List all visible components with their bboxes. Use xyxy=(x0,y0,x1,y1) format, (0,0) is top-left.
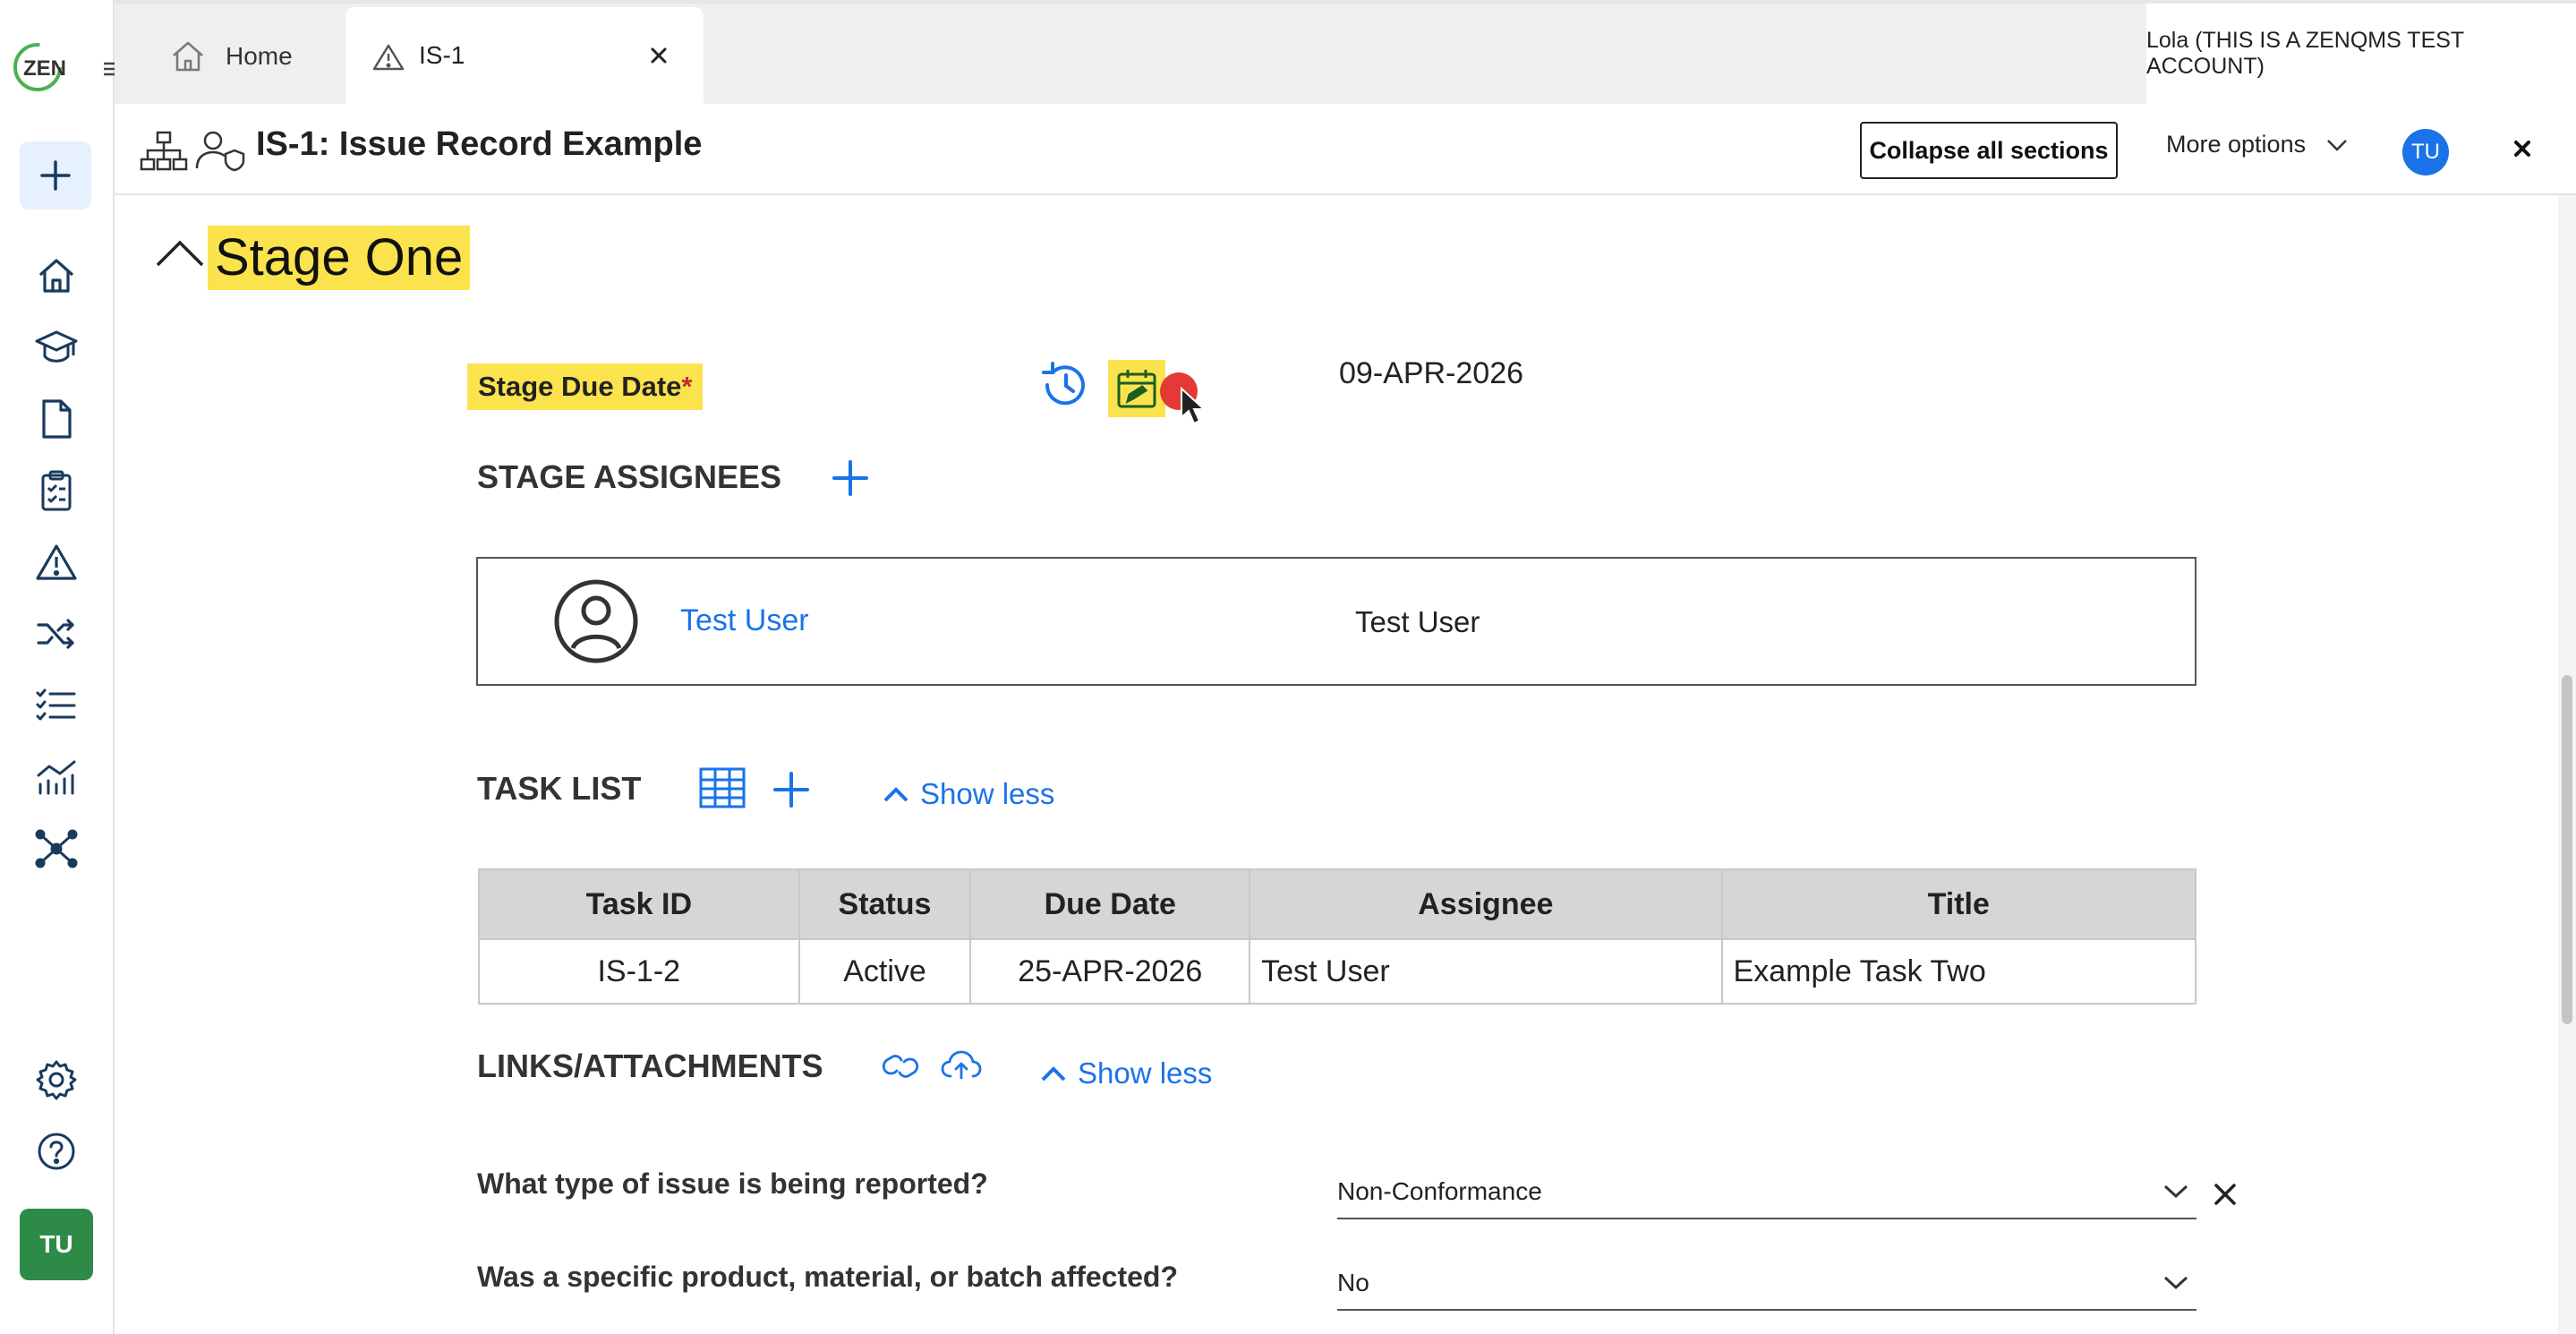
select-value: Non-Conformance xyxy=(1337,1177,1542,1205)
scrollbar-thumb[interactable] xyxy=(2562,675,2572,1024)
assignee-user-link[interactable]: Test User xyxy=(680,603,809,638)
warning-icon xyxy=(372,43,405,72)
calendar-edit-icon xyxy=(1115,367,1158,410)
user-avatar-icon xyxy=(551,577,641,666)
header-user-avatar[interactable]: TU xyxy=(2402,129,2449,175)
chevron-up-icon xyxy=(1040,1065,1067,1082)
column-header[interactable]: Task ID xyxy=(478,868,800,940)
tab-home-label: Home xyxy=(226,42,293,70)
chevron-down-icon xyxy=(2162,1184,2189,1200)
hierarchy-icon[interactable] xyxy=(140,131,188,172)
task-list-show-less[interactable]: Show less xyxy=(883,777,1054,811)
settings-gear-icon[interactable] xyxy=(30,1053,83,1107)
table-row: IS-1-2 Active 25-APR-2026 Test User Exam… xyxy=(478,938,2197,1005)
task-id-link[interactable]: IS-1-2 xyxy=(478,938,800,1005)
due-date-label-text: Stage Due Date xyxy=(478,371,682,402)
analytics-icon[interactable] xyxy=(30,750,83,804)
product-affected-select[interactable]: No xyxy=(1337,1257,2196,1311)
checklist-icon[interactable] xyxy=(30,464,83,517)
task-list-heading: TASK LIST xyxy=(477,770,642,807)
show-less-label: Show less xyxy=(1078,1056,1213,1090)
record-title: IS-1: Issue Record Example xyxy=(256,125,703,163)
select-value: No xyxy=(1337,1269,1369,1296)
change-shuffle-icon[interactable] xyxy=(30,607,83,661)
add-assignee-button[interactable] xyxy=(827,455,874,501)
zen-logo[interactable]: ZEN xyxy=(9,39,75,106)
assignee-display-name: Test User xyxy=(1355,605,1480,638)
account-label[interactable]: Lola (THIS IS A ZENQMS TEST ACCOUNT) xyxy=(2146,4,2576,104)
chevron-up-icon xyxy=(883,785,909,803)
column-header[interactable]: Title xyxy=(1720,868,2197,940)
column-header[interactable]: Status xyxy=(798,868,972,940)
task-table-header: Task ID Status Due Date Assignee Title xyxy=(478,868,2197,940)
task-assignee: Test User xyxy=(1249,938,1723,1005)
close-tab-icon[interactable] xyxy=(648,45,670,66)
stage-assignees-heading: STAGE ASSIGNEES xyxy=(477,458,782,495)
mouse-cursor-icon xyxy=(1180,387,1207,426)
help-icon[interactable] xyxy=(30,1124,83,1178)
task-status: Active xyxy=(798,938,972,1005)
task-title: Example Task Two xyxy=(1720,938,2197,1005)
network-hub-icon[interactable] xyxy=(30,822,83,876)
tab-is-1[interactable]: IS-1 xyxy=(345,7,704,104)
edit-due-date-button[interactable] xyxy=(1108,360,1165,417)
chevron-down-icon xyxy=(2325,138,2349,152)
home-icon[interactable] xyxy=(30,249,83,303)
tab-home[interactable]: Home xyxy=(170,25,293,88)
upload-cloud-icon[interactable] xyxy=(940,1049,983,1082)
user-avatar-rail[interactable]: TU xyxy=(20,1209,93,1280)
more-options-label: More options xyxy=(2166,131,2307,158)
collapse-all-sections-button[interactable]: Collapse all sections xyxy=(1860,122,2118,179)
document-icon[interactable] xyxy=(30,392,83,446)
link-icon[interactable] xyxy=(881,1051,920,1082)
more-options-dropdown[interactable]: More options xyxy=(2166,131,2349,158)
issues-warning-icon[interactable] xyxy=(30,535,83,589)
required-marker: * xyxy=(681,371,693,402)
show-less-label: Show less xyxy=(920,777,1055,810)
question-label: Was a specific product, material, or bat… xyxy=(477,1261,1179,1293)
home-icon xyxy=(170,39,206,73)
user-permission-icon[interactable] xyxy=(195,129,247,172)
links-show-less[interactable]: Show less xyxy=(1040,1056,1212,1090)
chevron-down-icon xyxy=(2162,1275,2189,1291)
links-attachments-heading: LINKS/ATTACHMENTS xyxy=(477,1048,823,1084)
stage-due-date-label: Stage Due Date* xyxy=(467,363,704,410)
table-view-icon[interactable] xyxy=(698,766,746,809)
collapse-stage-chevron-icon[interactable] xyxy=(154,238,206,269)
task-due-date: 25-APR-2026 xyxy=(969,938,1251,1005)
tab-is-1-label: IS-1 xyxy=(419,41,465,69)
logo-text: ZEN xyxy=(23,56,66,81)
clear-selection-icon[interactable] xyxy=(2211,1180,2239,1209)
question-label: What type of issue is being reported? xyxy=(477,1167,988,1200)
due-date-value: 09-APR-2026 xyxy=(1339,356,1524,390)
task-table: Task ID Status Due Date Assignee Title I… xyxy=(478,868,2197,1005)
task-list-icon[interactable] xyxy=(30,679,83,732)
create-new-button[interactable] xyxy=(20,141,91,210)
history-icon[interactable] xyxy=(1038,358,1092,412)
column-header[interactable]: Due Date xyxy=(969,868,1251,940)
column-header[interactable]: Assignee xyxy=(1249,868,1723,940)
training-icon[interactable] xyxy=(30,321,83,374)
issue-type-select[interactable]: Non-Conformance xyxy=(1337,1166,2196,1219)
close-record-icon[interactable] xyxy=(2506,133,2538,165)
stage-title: Stage One xyxy=(208,226,471,290)
add-task-button[interactable] xyxy=(768,766,815,813)
